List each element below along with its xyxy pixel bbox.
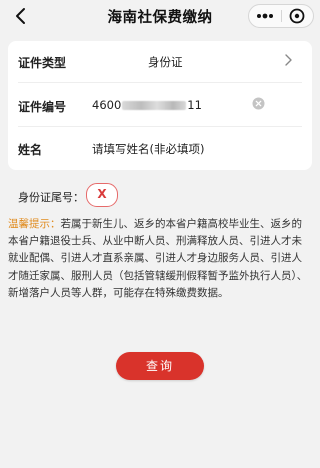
name-label: 姓名: [18, 143, 43, 157]
query-form-card: 证件类型 身份证 证件编号 4600 11 姓名 请填写姓名(非必填项): [8, 41, 312, 170]
query-button[interactable]: 查询: [116, 352, 204, 380]
cert-type-value[interactable]: 身份证: [148, 54, 183, 70]
cert-number-field[interactable]: 4600 11: [92, 98, 202, 112]
mini-program-capsule: [248, 4, 314, 28]
more-dots-icon[interactable]: [249, 5, 281, 27]
cert-number-suffix: 11: [187, 98, 202, 112]
close-circle-icon[interactable]: [281, 5, 313, 27]
row-divider: [18, 126, 302, 127]
id-tail-label: 身份证尾号：: [18, 191, 84, 204]
cert-number-prefix: 4600: [92, 98, 122, 112]
cert-type-label: 证件类型: [18, 56, 67, 70]
notice-title: 温馨提示：: [8, 218, 61, 230]
name-input[interactable]: 请填写姓名(非必填项): [92, 141, 204, 157]
notice-text: 温馨提示：若属于新生儿、返乡的本省户籍高校毕业生、返乡的本省户籍退役士兵、从业中…: [8, 216, 312, 302]
row-divider: [18, 82, 302, 83]
clear-circle-icon[interactable]: [252, 97, 265, 110]
id-tail-input[interactable]: X: [86, 183, 118, 207]
name-row[interactable]: 姓名 请填写姓名(非必填项): [8, 128, 312, 170]
chevron-right-icon[interactable]: [283, 53, 295, 67]
cert-number-row[interactable]: 证件编号 4600 11: [8, 85, 312, 127]
cert-number-label: 证件编号: [18, 100, 67, 114]
cert-type-row[interactable]: 证件类型 身份证: [8, 41, 312, 83]
notice-body: 若属于新生儿、返乡的本省户籍高校毕业生、返乡的本省户籍退役士兵、从业中断人员、刑…: [8, 218, 308, 299]
masked-digits: [122, 101, 187, 110]
navigation-bar: 海南社保费缴纳: [0, 0, 320, 34]
